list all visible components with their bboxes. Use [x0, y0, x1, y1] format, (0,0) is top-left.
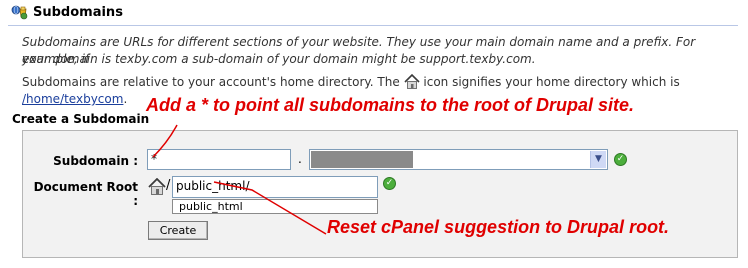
annotation-arrow-bottom: [213, 181, 327, 235]
annotation-bottom: Reset cPanel suggestion to Drupal root.: [327, 217, 670, 237]
annotation-top: Add a * to point all subdomains to the r…: [146, 95, 635, 115]
annotation-arrow-top: [152, 124, 178, 158]
